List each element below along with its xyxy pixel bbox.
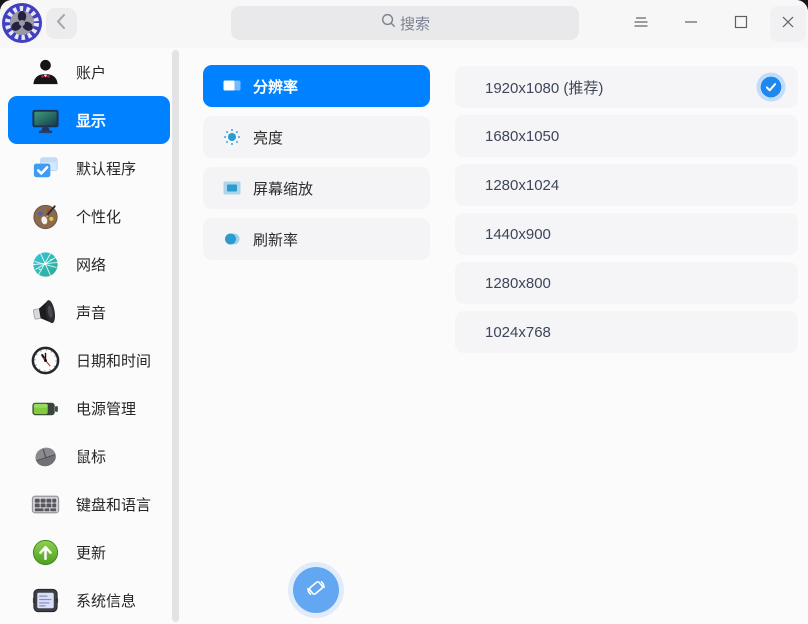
close-button[interactable]	[770, 6, 806, 42]
submenu-item-scaling[interactable]: 屏幕缩放	[203, 167, 430, 209]
sidebar-item-label: 更新	[76, 542, 106, 563]
sidebar-item-personalization[interactable]: 个性化	[8, 192, 170, 240]
submenu-item-brightness[interactable]: 亮度	[203, 116, 430, 158]
minimize-button[interactable]	[673, 6, 709, 42]
sidebar-item-label: 系统信息	[76, 590, 136, 611]
sidebar-item-label: 鼠标	[76, 446, 106, 467]
search-placeholder: 搜索	[400, 13, 430, 34]
back-button[interactable]	[46, 8, 77, 39]
resolution-option-label: 1024x768	[485, 324, 551, 341]
resolution-option-1680x1050[interactable]: 1680x1050	[455, 115, 798, 157]
screen-rotate-icon	[304, 576, 328, 605]
keyboard-icon	[30, 489, 61, 520]
sidebar-item-label: 显示	[76, 110, 106, 131]
submenu-item-label: 亮度	[253, 127, 283, 148]
personalization-icon	[30, 201, 61, 232]
screen-rotate-button[interactable]	[293, 567, 339, 613]
brightness-icon	[222, 127, 242, 147]
sidebar-item-keyboard[interactable]: 键盘和语言	[8, 480, 170, 528]
search-icon	[380, 12, 397, 34]
sound-icon	[30, 297, 61, 328]
settings-window: 搜索	[0, 0, 808, 624]
battery-icon	[30, 393, 61, 424]
sidebar-item-label: 账户	[76, 62, 106, 83]
titlebar: 搜索	[0, 0, 808, 48]
sidebar-item-label: 默认程序	[76, 158, 136, 179]
resolution-option-1280x800[interactable]: 1280x800	[455, 262, 798, 304]
sidebar-item-label: 网络	[76, 254, 106, 275]
sidebar-item-accounts[interactable]: 账户	[8, 48, 170, 96]
sidebar-item-system-info[interactable]: 系统信息	[8, 576, 170, 624]
close-icon	[778, 12, 798, 37]
submenu-item-resolution[interactable]: 分辨率	[203, 65, 430, 107]
sidebar-item-label: 日期和时间	[76, 350, 151, 371]
sidebar-item-label: 个性化	[76, 206, 121, 227]
sidebar-item-update[interactable]: 更新	[8, 528, 170, 576]
system-info-icon	[30, 585, 61, 616]
sidebar-item-datetime[interactable]: 日期和时间	[8, 336, 170, 384]
sidebar-item-display[interactable]: 显示	[8, 96, 170, 144]
mouse-icon	[30, 441, 61, 472]
resolution-option-1440x900[interactable]: 1440x900	[455, 213, 798, 255]
sidebar-item-sound[interactable]: 声音	[8, 288, 170, 336]
resolution-option-1920x1080[interactable]: 1920x1080 (推荐)	[455, 66, 798, 108]
submenu-item-refresh-rate[interactable]: 刷新率	[203, 218, 430, 260]
submenu-item-label: 分辨率	[253, 76, 298, 97]
resolution-option-label: 1280x800	[485, 275, 551, 292]
clock-icon	[30, 345, 61, 376]
display-icon	[30, 105, 61, 136]
maximize-button[interactable]	[723, 6, 759, 42]
resolution-option-label: 1440x900	[485, 226, 551, 243]
resolution-icon	[222, 76, 242, 96]
sidebar-item-label: 声音	[76, 302, 106, 323]
resolution-option-label: 1920x1080 (推荐)	[485, 77, 603, 98]
update-icon	[30, 537, 61, 568]
maximize-icon	[731, 12, 751, 37]
chevron-left-icon	[46, 6, 77, 42]
default-apps-icon	[30, 153, 61, 184]
user-icon	[30, 57, 61, 88]
sidebar-item-power[interactable]: 电源管理	[8, 384, 170, 432]
sidebar-item-network[interactable]: 网络	[8, 240, 170, 288]
submenu-item-label: 屏幕缩放	[253, 178, 313, 199]
sidebar-item-label: 电源管理	[76, 398, 136, 419]
search-input[interactable]: 搜索	[231, 6, 579, 40]
submenu-item-label: 刷新率	[253, 229, 298, 250]
app-logo-icon	[1, 2, 43, 44]
sidebar-item-label: 键盘和语言	[76, 494, 151, 515]
resolution-option-1024x768[interactable]: 1024x768	[455, 311, 798, 353]
resolution-option-label: 1280x1024	[485, 177, 559, 194]
sidebar-item-mouse[interactable]: 鼠标	[8, 432, 170, 480]
sidebar-scrollbar[interactable]	[172, 50, 179, 622]
scaling-icon	[222, 178, 242, 198]
resolution-option-1280x1024[interactable]: 1280x1024	[455, 164, 798, 206]
minimize-icon	[681, 12, 701, 37]
network-icon	[30, 249, 61, 280]
refresh-rate-icon	[222, 229, 242, 249]
resolution-option-label: 1680x1050	[485, 128, 559, 145]
sidebar-item-default-apps[interactable]: 默认程序	[8, 144, 170, 192]
check-icon	[760, 76, 782, 98]
hamburger-menu-icon	[631, 12, 651, 37]
menu-button[interactable]	[623, 6, 659, 42]
